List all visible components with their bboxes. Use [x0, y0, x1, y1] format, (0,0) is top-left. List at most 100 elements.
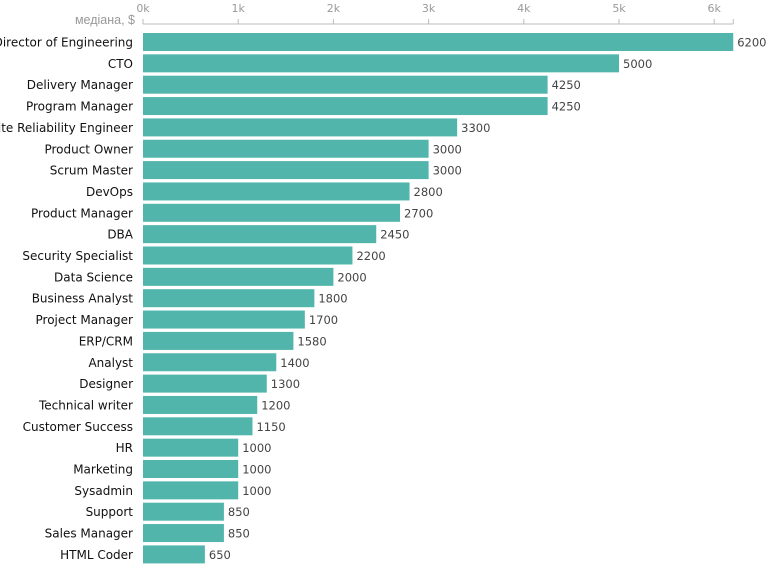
x-tick-label: 6k	[708, 2, 722, 15]
x-tick-label: 0k	[136, 2, 150, 15]
value-label: 1200	[261, 398, 290, 412]
bar	[143, 524, 224, 543]
category-label: Project Manager	[36, 313, 134, 327]
bar-row: DBA 2450	[107, 225, 410, 244]
value-label: 5000	[623, 57, 652, 71]
bar-row: Analyst 1400	[88, 353, 310, 372]
value-label: 3000	[433, 164, 462, 178]
bar	[143, 481, 239, 500]
bar	[143, 246, 353, 265]
bar	[143, 182, 410, 201]
category-label: HR	[116, 441, 133, 455]
value-label: 850	[228, 527, 250, 541]
value-label: 1150	[256, 420, 285, 434]
category-label: Scrum Master	[50, 164, 133, 178]
bar-row: Site Reliability Engineer 3300	[0, 118, 490, 137]
bar-row: Program Manager 4250	[26, 97, 581, 116]
bar	[143, 331, 294, 350]
category-label: Security Specialist	[22, 249, 133, 263]
bar-row: Sales Manager 850	[45, 524, 250, 543]
bar-row: CTO 5000	[108, 54, 652, 73]
bar	[143, 502, 224, 521]
category-label: DBA	[107, 228, 133, 242]
category-label: Marketing	[73, 463, 133, 477]
bar-row: Product Owner 3000	[44, 139, 462, 158]
bar	[143, 118, 458, 137]
bar-row: HTML Coder 650	[60, 545, 231, 564]
value-label: 850	[228, 505, 250, 519]
bar-row: Business Analyst 1800	[32, 289, 348, 308]
bar-row: Data Science 2000	[54, 267, 367, 286]
value-label: 2450	[380, 228, 409, 242]
bar	[143, 417, 253, 436]
bar	[143, 545, 205, 564]
bar-row: Technical writer 1200	[38, 395, 291, 414]
bar-row: Scrum Master 3000	[50, 161, 462, 180]
bar-row: Support 850	[86, 502, 250, 521]
value-label: 4250	[552, 100, 581, 114]
bar	[143, 75, 548, 94]
bar-row: DevOps 2800	[86, 182, 443, 201]
bar-row: Marketing 1000	[73, 460, 271, 478]
value-label: 650	[209, 548, 231, 562]
x-tick-label: 3k	[422, 2, 436, 15]
value-label: 2200	[356, 249, 385, 263]
category-label: Delivery Manager	[27, 78, 133, 92]
value-label: 2800	[414, 185, 443, 199]
bar	[143, 289, 315, 308]
value-label: 2700	[404, 206, 433, 220]
category-label: HTML Coder	[60, 548, 133, 562]
bar-row: Delivery Manager 4250	[27, 75, 581, 94]
value-label: 1000	[242, 441, 271, 455]
bar-chart: медіана, $ 0k 1k 2k 3k 4k 5k 6k Director of En…	[0, 2, 767, 564]
value-label: 6200	[737, 36, 766, 50]
category-label: Product Manager	[31, 206, 133, 220]
category-label: CTO	[108, 57, 133, 71]
bar	[143, 225, 377, 244]
value-label: 1400	[280, 356, 309, 370]
category-label: Program Manager	[26, 100, 133, 114]
value-label: 1700	[309, 313, 338, 327]
bar	[143, 267, 334, 286]
x-axis: медіана, $ 0k 1k 2k 3k 4k 5k 6k	[75, 2, 734, 27]
category-label: Support	[86, 505, 134, 519]
x-tick-label: 2k	[327, 2, 341, 15]
category-label: Site Reliability Engineer	[0, 121, 133, 135]
bar	[143, 33, 734, 51]
category-label: Product Owner	[44, 142, 133, 156]
category-label: Sysadmin	[74, 484, 133, 498]
x-tick-label: 4k	[517, 2, 531, 15]
category-label: ERP/CRM	[79, 334, 133, 348]
bar	[143, 97, 548, 116]
category-label: Designer	[79, 377, 133, 391]
bar	[143, 310, 305, 329]
bar	[143, 374, 267, 393]
bar	[143, 54, 619, 73]
bar-row: Director of Engineering 6200	[0, 33, 767, 51]
value-label: 1300	[271, 377, 300, 391]
bar	[143, 161, 429, 180]
bar-row: Project Manager 1700	[36, 310, 338, 329]
value-label: 3300	[461, 121, 490, 135]
bar-row: Security Specialist 2200	[22, 246, 386, 265]
category-label: Director of Engineering	[0, 36, 133, 50]
bar-row: Sysadmin 1000	[74, 481, 271, 500]
value-label: 1800	[318, 292, 347, 306]
bar-row: Product Manager 2700	[31, 203, 433, 222]
bar	[143, 438, 239, 457]
category-label: Analyst	[88, 356, 133, 370]
value-label: 1580	[297, 334, 326, 348]
bar-row: ERP/CRM 1580	[79, 331, 327, 350]
bar-row: Customer Success 1150	[23, 417, 286, 436]
category-label: Data Science	[54, 270, 133, 284]
category-label: Sales Manager	[45, 527, 133, 541]
bar-row: Designer 1300	[79, 374, 300, 393]
category-label: Business Analyst	[32, 292, 134, 306]
bar	[143, 353, 277, 372]
bar	[143, 139, 429, 158]
bar	[143, 460, 239, 478]
category-label: Customer Success	[23, 420, 133, 434]
value-label: 2000	[337, 270, 366, 284]
category-label: DevOps	[86, 185, 133, 199]
value-label: 1000	[242, 463, 271, 477]
